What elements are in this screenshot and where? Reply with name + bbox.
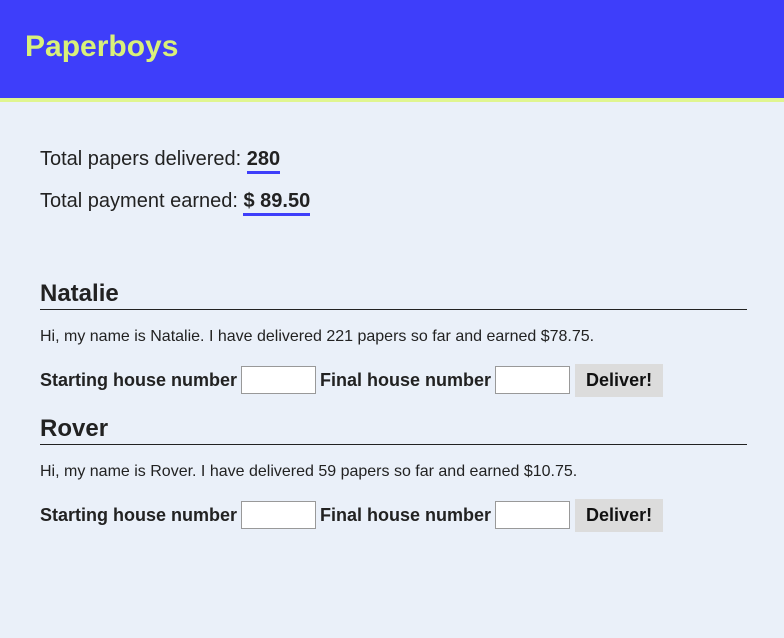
paperboy-intro: Hi, my name is Natalie. I have delivered… [40,328,595,345]
app-title: Paperboys [25,30,179,63]
total-payment-label: Total payment earned: [40,190,244,212]
final-house-input[interactable] [495,501,571,529]
final-house-label: Final house number [320,370,492,390]
paperboy-card-rover: Rover Hi, my name is Rover. I have deliv… [40,415,747,532]
deliver-button[interactable]: Deliver! [575,363,664,397]
total-payment-line: Total payment earned: $ 89.50 [40,189,747,216]
deliver-form: Starting house number Final house number… [40,498,747,532]
starting-house-input[interactable] [241,366,317,394]
deliver-form: Starting house number Final house number… [40,363,747,397]
paperboy-name: Natalie [40,280,747,310]
total-payment-value: $ 89.50 [243,190,311,216]
total-papers-value: 280 [246,148,281,174]
paperboy-intro: Hi, my name is Rover. I have delivered 5… [40,463,578,480]
total-papers-label: Total papers delivered: [40,148,247,170]
totals-section: Total papers delivered: 280 Total paymen… [40,102,747,216]
app-header: Paperboys [0,0,784,102]
total-papers-line: Total papers delivered: 280 [40,147,747,174]
final-house-input[interactable] [495,366,571,394]
main-content: Total papers delivered: 280 Total paymen… [0,102,784,532]
paperboy-card-natalie: Natalie Hi, my name is Natalie. I have d… [40,280,747,397]
deliver-button[interactable]: Deliver! [575,498,664,532]
paperboy-name: Rover [40,415,747,445]
starting-house-label: Starting house number [40,505,238,525]
starting-house-input[interactable] [241,501,317,529]
starting-house-label: Starting house number [40,370,238,390]
final-house-label: Final house number [320,505,492,525]
